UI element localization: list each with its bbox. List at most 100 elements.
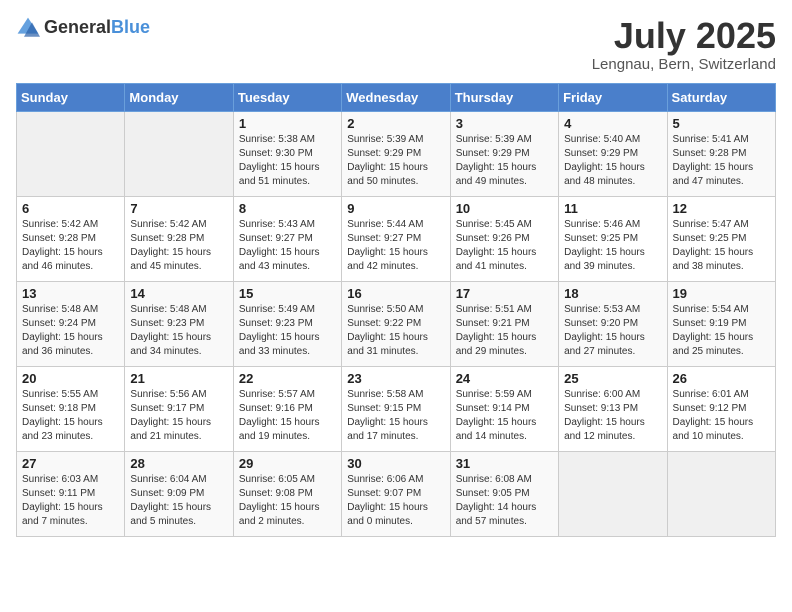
day-info: Sunrise: 5:46 AMSunset: 9:25 PMDaylight:… — [564, 218, 661, 274]
day-info: Sunrise: 6:03 AMSunset: 9:11 PMDaylight:… — [22, 473, 119, 529]
day-number: 13 — [22, 286, 119, 301]
day-number: 27 — [22, 456, 119, 471]
calendar-cell: 12 Sunrise: 5:47 AMSunset: 9:25 PMDayligh… — [667, 196, 775, 281]
day-info: Sunrise: 5:57 AMSunset: 9:16 PMDaylight:… — [239, 388, 336, 444]
day-info: Sunrise: 5:39 AMSunset: 9:29 PMDaylight:… — [456, 133, 553, 189]
calendar-cell: 30 Sunrise: 6:06 AMSunset: 9:07 PMDayligh… — [342, 451, 450, 536]
day-number: 20 — [22, 371, 119, 386]
calendar-cell: 3Sunrise: 5:39 AMSunset: 9:29 PMDaylight… — [450, 111, 558, 196]
day-number: 24 — [456, 371, 553, 386]
day-info: Sunrise: 5:42 AMSunset: 9:28 PMDaylight:… — [130, 218, 227, 274]
day-number: 6 — [22, 201, 119, 216]
day-info: Sunrise: 5:55 AMSunset: 9:18 PMDaylight:… — [22, 388, 119, 444]
calendar-cell: 11 Sunrise: 5:46 AMSunset: 9:25 PMDayligh… — [559, 196, 667, 281]
day-number: 30 — [347, 456, 444, 471]
day-number: 29 — [239, 456, 336, 471]
day-info: Sunrise: 5:54 AMSunset: 9:19 PMDaylight:… — [673, 303, 770, 359]
calendar-cell: 14Sunrise: 5:48 AMSunset: 9:23 PMDayligh… — [125, 281, 233, 366]
weekday-header-tuesday: Tuesday — [233, 83, 341, 111]
day-number: 10 — [456, 201, 553, 216]
day-info: Sunrise: 6:01 AMSunset: 9:12 PMDaylight:… — [673, 388, 770, 444]
week-row-4: 20 Sunrise: 5:55 AMSunset: 9:18 PMDayligh… — [17, 366, 776, 451]
location-subtitle: Lengnau, Bern, Switzerland — [592, 56, 776, 73]
calendar-cell: 8 Sunrise: 5:43 AMSunset: 9:27 PMDaylight… — [233, 196, 341, 281]
logo: GeneralBlue — [16, 16, 150, 40]
calendar-cell: 25Sunrise: 6:00 AMSunset: 9:13 PMDayligh… — [559, 366, 667, 451]
day-number: 17 — [456, 286, 553, 301]
week-row-1: 1Sunrise: 5:38 AMSunset: 9:30 PMDaylight… — [17, 111, 776, 196]
day-number: 12 — [673, 201, 770, 216]
day-info: Sunrise: 5:42 AMSunset: 9:28 PMDaylight:… — [22, 218, 119, 274]
day-number: 23 — [347, 371, 444, 386]
month-year-title: July 2025 — [592, 16, 776, 56]
calendar-cell: 5 Sunrise: 5:41 AMSunset: 9:28 PMDaylight… — [667, 111, 775, 196]
day-info: Sunrise: 5:43 AMSunset: 9:27 PMDaylight:… — [239, 218, 336, 274]
calendar-cell: 22Sunrise: 5:57 AMSunset: 9:16 PMDayligh… — [233, 366, 341, 451]
day-number: 16 — [347, 286, 444, 301]
day-info: Sunrise: 5:48 AMSunset: 9:23 PMDaylight:… — [130, 303, 227, 359]
day-info: Sunrise: 5:53 AMSunset: 9:20 PMDaylight:… — [564, 303, 661, 359]
calendar-cell — [667, 451, 775, 536]
calendar-cell: 31 Sunrise: 6:08 AMSunset: 9:05 PMDayligh… — [450, 451, 558, 536]
day-info: Sunrise: 5:45 AMSunset: 9:26 PMDaylight:… — [456, 218, 553, 274]
calendar-cell: 29 Sunrise: 6:05 AMSunset: 9:08 PMDayligh… — [233, 451, 341, 536]
day-number: 26 — [673, 371, 770, 386]
day-info: Sunrise: 5:51 AMSunset: 9:21 PMDaylight:… — [456, 303, 553, 359]
calendar-cell: 6 Sunrise: 5:42 AMSunset: 9:28 PMDaylight… — [17, 196, 125, 281]
week-row-3: 13 Sunrise: 5:48 AMSunset: 9:24 PMDayligh… — [17, 281, 776, 366]
day-number: 2 — [347, 116, 444, 131]
calendar-cell — [17, 111, 125, 196]
logo-icon — [16, 16, 40, 40]
day-info: Sunrise: 5:38 AMSunset: 9:30 PMDaylight:… — [239, 133, 336, 189]
day-number: 4 — [564, 116, 661, 131]
calendar-cell — [125, 111, 233, 196]
day-info: Sunrise: 6:04 AMSunset: 9:09 PMDaylight:… — [130, 473, 227, 529]
calendar-cell: 19 Sunrise: 5:54 AMSunset: 9:19 PMDayligh… — [667, 281, 775, 366]
calendar-cell: 2 Sunrise: 5:39 AMSunset: 9:29 PMDaylight… — [342, 111, 450, 196]
calendar-cell — [559, 451, 667, 536]
day-info: Sunrise: 5:58 AMSunset: 9:15 PMDaylight:… — [347, 388, 444, 444]
day-number: 8 — [239, 201, 336, 216]
calendar-cell: 1Sunrise: 5:38 AMSunset: 9:30 PMDaylight… — [233, 111, 341, 196]
calendar-cell: 24Sunrise: 5:59 AMSunset: 9:14 PMDayligh… — [450, 366, 558, 451]
day-number: 11 — [564, 201, 661, 216]
calendar-cell: 23 Sunrise: 5:58 AMSunset: 9:15 PMDayligh… — [342, 366, 450, 451]
week-row-2: 6 Sunrise: 5:42 AMSunset: 9:28 PMDaylight… — [17, 196, 776, 281]
page-header: GeneralBlue July 2025 Lengnau, Bern, Swi… — [16, 16, 776, 73]
day-number: 15 — [239, 286, 336, 301]
calendar-cell: 27 Sunrise: 6:03 AMSunset: 9:11 PMDayligh… — [17, 451, 125, 536]
day-info: Sunrise: 6:05 AMSunset: 9:08 PMDaylight:… — [239, 473, 336, 529]
day-info: Sunrise: 5:56 AMSunset: 9:17 PMDaylight:… — [130, 388, 227, 444]
calendar-cell: 15 Sunrise: 5:49 AMSunset: 9:23 PMDayligh… — [233, 281, 341, 366]
day-info: Sunrise: 6:08 AMSunset: 9:05 PMDaylight:… — [456, 473, 553, 529]
day-number: 31 — [456, 456, 553, 471]
day-info: Sunrise: 5:41 AMSunset: 9:28 PMDaylight:… — [673, 133, 770, 189]
day-info: Sunrise: 5:39 AMSunset: 9:29 PMDaylight:… — [347, 133, 444, 189]
week-row-5: 27 Sunrise: 6:03 AMSunset: 9:11 PMDayligh… — [17, 451, 776, 536]
day-info: Sunrise: 5:47 AMSunset: 9:25 PMDaylight:… — [673, 218, 770, 274]
day-info: Sunrise: 5:48 AMSunset: 9:24 PMDaylight:… — [22, 303, 119, 359]
calendar-cell: 13 Sunrise: 5:48 AMSunset: 9:24 PMDayligh… — [17, 281, 125, 366]
title-block: July 2025 Lengnau, Bern, Switzerland — [592, 16, 776, 73]
weekday-header-saturday: Saturday — [667, 83, 775, 111]
weekday-header-wednesday: Wednesday — [342, 83, 450, 111]
calendar-cell: 17 Sunrise: 5:51 AMSunset: 9:21 PMDayligh… — [450, 281, 558, 366]
day-number: 28 — [130, 456, 227, 471]
calendar-cell: 7 Sunrise: 5:42 AMSunset: 9:28 PMDaylight… — [125, 196, 233, 281]
calendar-cell: 18Sunrise: 5:53 AMSunset: 9:20 PMDayligh… — [559, 281, 667, 366]
day-number: 19 — [673, 286, 770, 301]
day-info: Sunrise: 6:06 AMSunset: 9:07 PMDaylight:… — [347, 473, 444, 529]
logo-general-text: GeneralBlue — [44, 18, 150, 38]
day-info: Sunrise: 5:44 AMSunset: 9:27 PMDaylight:… — [347, 218, 444, 274]
calendar-cell: 16 Sunrise: 5:50 AMSunset: 9:22 PMDayligh… — [342, 281, 450, 366]
day-number: 5 — [673, 116, 770, 131]
calendar-cell: 9Sunrise: 5:44 AMSunset: 9:27 PMDaylight… — [342, 196, 450, 281]
weekday-header-row: SundayMondayTuesdayWednesdayThursdayFrid… — [17, 83, 776, 111]
day-info: Sunrise: 5:49 AMSunset: 9:23 PMDaylight:… — [239, 303, 336, 359]
calendar-cell: 26 Sunrise: 6:01 AMSunset: 9:12 PMDayligh… — [667, 366, 775, 451]
weekday-header-friday: Friday — [559, 83, 667, 111]
day-number: 7 — [130, 201, 227, 216]
calendar-cell: 28 Sunrise: 6:04 AMSunset: 9:09 PMDayligh… — [125, 451, 233, 536]
day-info: Sunrise: 5:50 AMSunset: 9:22 PMDaylight:… — [347, 303, 444, 359]
weekday-header-monday: Monday — [125, 83, 233, 111]
